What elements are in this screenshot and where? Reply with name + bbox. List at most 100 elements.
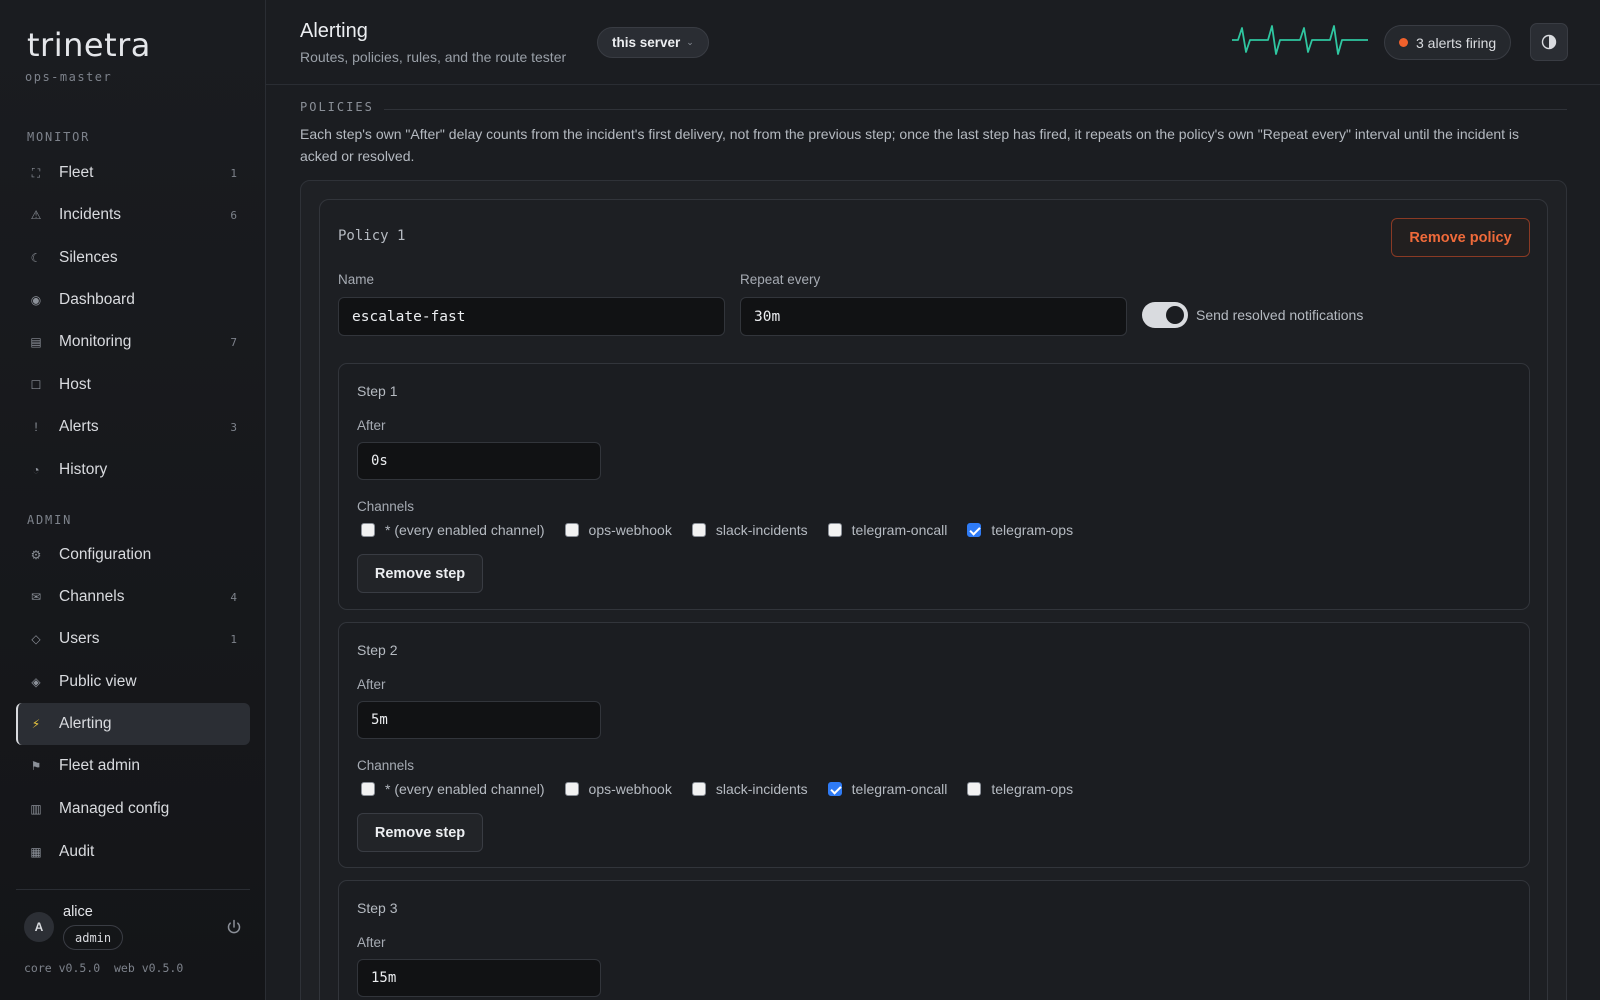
- after-label: After: [357, 935, 386, 950]
- channel-list: * (every enabled channel) ops-webhook sl…: [361, 522, 1093, 538]
- sidebar-item-users[interactable]: ◇ Users 1: [16, 618, 250, 660]
- channel-label: telegram-ops: [991, 522, 1074, 538]
- remove-policy-button[interactable]: Remove policy: [1391, 218, 1530, 257]
- checkbox[interactable]: [361, 523, 375, 537]
- channels-label: Channels: [357, 499, 415, 514]
- remove-step-button[interactable]: Remove step: [357, 554, 483, 593]
- sidebar-item-silences[interactable]: ☾ Silences: [16, 237, 250, 279]
- sidebar-item-managed-config[interactable]: ▥ Managed config: [16, 788, 250, 830]
- step-title: Step 1: [357, 383, 398, 399]
- sidebar-item-label: Alerts: [59, 418, 99, 435]
- sidebar-item-fleet-admin[interactable]: ⚑ Fleet admin: [16, 745, 250, 787]
- sidebar-item-label: Alerting: [59, 715, 112, 732]
- send-resolved-toggle[interactable]: [1142, 302, 1188, 328]
- brand-logo: trinetra: [27, 26, 151, 64]
- checkbox[interactable]: [967, 782, 982, 796]
- alerts-firing-badge[interactable]: 3 alerts firing: [1384, 25, 1512, 60]
- heartbeat-pulse-icon: [1232, 25, 1368, 55]
- channel-checkbox-telegram-ops[interactable]: telegram-ops: [967, 781, 1073, 797]
- alert-status-dot-icon: [1399, 38, 1408, 47]
- channel-label: telegram-ops: [991, 781, 1074, 797]
- section-label-admin: ADMIN: [27, 513, 73, 527]
- sidebar-item-fleet[interactable]: ⛶ Fleet 1: [16, 152, 250, 194]
- checkbox[interactable]: [564, 782, 579, 796]
- sidebar-item-public-view[interactable]: ◈ Public view: [16, 661, 250, 703]
- theme-toggle-button[interactable]: [1530, 23, 1568, 61]
- sidebar-item-audit[interactable]: ▦ Audit: [16, 831, 250, 873]
- channel-checkbox-all[interactable]: * (every enabled channel): [361, 781, 545, 797]
- role-badge: admin: [63, 925, 124, 950]
- step-title: Step 3: [357, 900, 398, 916]
- checkbox-checked[interactable]: [827, 782, 842, 796]
- sidebar-item-configuration[interactable]: ⚙ Configuration: [16, 534, 250, 576]
- step-after-input[interactable]: 15m: [357, 959, 601, 997]
- channels-label: Channels: [357, 758, 415, 773]
- server-select[interactable]: this server ⌄: [597, 27, 709, 58]
- sidebar-item-count: 3: [230, 420, 237, 434]
- checkbox-checked[interactable]: [967, 523, 982, 537]
- lightning-icon: ⚡: [31, 717, 41, 731]
- audit-icon: ▦: [30, 845, 42, 859]
- step-title: Step 2: [357, 642, 398, 658]
- logout-power-icon[interactable]: [224, 917, 244, 937]
- repeat-every-input[interactable]: 30m: [740, 297, 1127, 336]
- section-divider: [384, 109, 1567, 110]
- channel-checkbox-telegram-oncall[interactable]: telegram-oncall: [827, 522, 947, 538]
- sidebar-item-alerting[interactable]: ⚡ Alerting: [16, 703, 250, 745]
- toggle-knob: [1166, 306, 1184, 324]
- checkbox[interactable]: [827, 523, 842, 537]
- sidebar-item-incidents[interactable]: ⚠ Incidents 6: [16, 194, 250, 236]
- sidebar-item-count: 6: [230, 208, 237, 222]
- channel-label: ops-webhook: [588, 781, 672, 797]
- warning-icon: ⚠: [30, 208, 42, 222]
- channel-checkbox-all[interactable]: * (every enabled channel): [361, 522, 545, 538]
- step-card-1: Step 1 After 0s Channels * (every enable…: [338, 363, 1530, 610]
- policy-name-input[interactable]: escalate-fast: [338, 297, 725, 336]
- channel-checkbox-telegram-oncall[interactable]: telegram-oncall: [827, 781, 948, 797]
- channel-checkbox-telegram-ops[interactable]: telegram-ops: [967, 522, 1073, 538]
- public-view-icon: ◈: [31, 675, 41, 689]
- flag-icon: ⚑: [30, 759, 42, 773]
- sidebar-item-host[interactable]: ☐ Host: [16, 364, 250, 406]
- checkbox[interactable]: [361, 782, 375, 796]
- sidebar-item-alerts[interactable]: ! Alerts 3: [16, 406, 250, 448]
- after-label: After: [357, 677, 386, 692]
- sidebar-item-label: Managed config: [59, 800, 170, 817]
- step-card-3: Step 3 After 15m: [338, 880, 1530, 1000]
- step-card-2: Step 2 After 5m Channels * (every enable…: [338, 622, 1530, 868]
- sidebar-item-label: Incidents: [59, 206, 122, 223]
- sidebar-item-label: Silences: [59, 249, 118, 266]
- section-label-monitor: MONITOR: [27, 130, 91, 144]
- instance-name: ops-master: [25, 70, 113, 84]
- sidebar-item-label: Monitoring: [59, 333, 132, 350]
- channel-label: ops-webhook: [588, 522, 672, 538]
- version-info: core v0.5.0 web v0.5.0: [24, 961, 184, 975]
- channel-checkbox-slack-incidents[interactable]: slack-incidents: [691, 522, 808, 538]
- sidebar-item-label: Fleet: [59, 164, 94, 181]
- user-name: alice: [63, 904, 93, 920]
- sidebar-item-count: 4: [230, 590, 237, 604]
- step-after-input[interactable]: 0s: [357, 442, 601, 480]
- avatar: A: [24, 912, 54, 942]
- channel-checkbox-ops-webhook[interactable]: ops-webhook: [564, 781, 672, 797]
- channel-checkbox-ops-webhook[interactable]: ops-webhook: [564, 522, 672, 538]
- channel-checkbox-slack-incidents[interactable]: slack-incidents: [691, 781, 808, 797]
- page-header: Alerting Routes, policies, rules, and th…: [266, 0, 1600, 85]
- managed-config-icon: ▥: [30, 802, 42, 816]
- sidebar-item-label: Host: [59, 376, 91, 393]
- step-after-input[interactable]: 5m: [357, 701, 601, 739]
- channel-label: * (every enabled channel): [385, 522, 545, 538]
- channel-label: telegram-oncall: [851, 781, 948, 797]
- repeat-every-label: Repeat every: [740, 272, 821, 287]
- host-icon: ☐: [30, 378, 42, 392]
- remove-step-button[interactable]: Remove step: [357, 813, 483, 852]
- sidebar-item-label: Configuration: [59, 546, 152, 563]
- sidebar-item-channels[interactable]: ✉ Channels 4: [16, 576, 250, 618]
- sidebar-item-history[interactable]: ◔ History: [16, 449, 250, 491]
- checkbox[interactable]: [564, 523, 579, 537]
- checkbox[interactable]: [691, 523, 706, 537]
- sidebar-item-label: Users: [59, 630, 100, 647]
- checkbox[interactable]: [691, 782, 706, 796]
- sidebar-item-monitoring[interactable]: ▤ Monitoring 7: [16, 321, 250, 363]
- sidebar-item-dashboard[interactable]: ◉ Dashboard: [16, 279, 250, 321]
